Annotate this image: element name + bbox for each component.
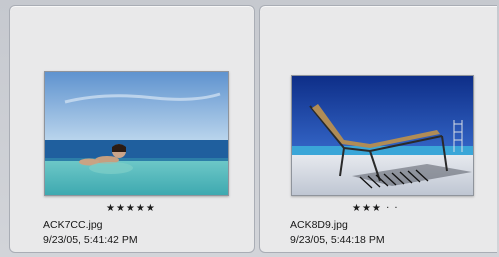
photo-filename: ACK7CC.jpg — [43, 219, 103, 231]
pool-woman-image — [45, 72, 228, 195]
photo-cell[interactable]: ★★★★★ ACK7CC.jpg 9/23/05, 5:41:42 PM — [9, 5, 255, 253]
photo-cell[interactable]: ★★★ · · ACK8D9.jpg 9/23/05, 5:44:18 PM — [259, 5, 497, 253]
photo-thumbnail[interactable] — [44, 71, 229, 196]
photo-thumbnail[interactable] — [291, 75, 474, 196]
photo-browser: ★★★★★ ACK7CC.jpg 9/23/05, 5:41:42 PM ★★★… — [0, 0, 499, 257]
photo-filename: ACK8D9.jpg — [290, 219, 348, 231]
lounge-chair-image — [292, 76, 473, 195]
photo-date: 9/23/05, 5:41:42 PM — [43, 234, 138, 246]
star-rating[interactable]: ★★★ · · — [352, 203, 399, 214]
photo-date: 9/23/05, 5:44:18 PM — [290, 234, 385, 246]
star-rating[interactable]: ★★★★★ — [106, 203, 156, 214]
